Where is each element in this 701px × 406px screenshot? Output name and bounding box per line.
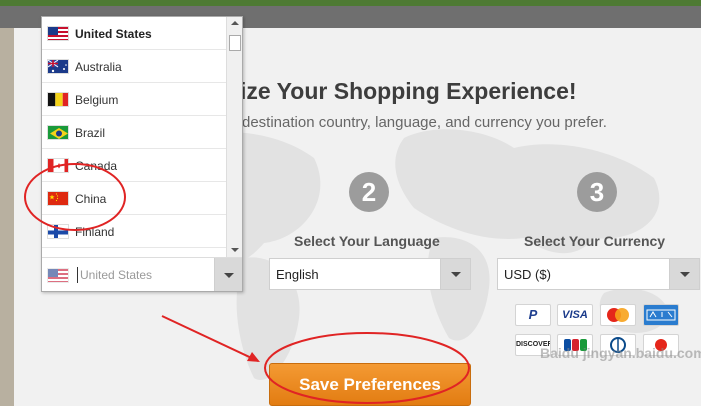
text-caret <box>77 267 78 283</box>
currency-select[interactable]: USD ($) <box>497 258 700 290</box>
save-preferences-button[interactable]: Save Preferences <box>269 363 471 406</box>
language-value: English <box>276 267 319 282</box>
canada-flag-icon <box>47 158 69 173</box>
visa-icon: VISA <box>557 304 593 326</box>
discover-icon: DISCOVER <box>515 334 551 356</box>
language-select[interactable]: English <box>269 258 471 290</box>
us-flag-icon <box>47 268 69 283</box>
country-list: United States Australia Belgium Brazil C… <box>42 17 227 257</box>
language-label: Select Your Language <box>294 233 440 249</box>
jcb-icon <box>557 334 593 356</box>
scroll-down-icon[interactable] <box>227 243 242 257</box>
country-option-china[interactable]: China <box>42 182 227 215</box>
finland-flag-icon <box>47 224 69 239</box>
diners-club-icon <box>600 334 636 356</box>
mastercard-icon <box>600 304 636 326</box>
us-flag-icon <box>47 26 69 41</box>
currency-label: Select Your Currency <box>524 233 666 249</box>
chevron-down-icon[interactable] <box>669 259 699 289</box>
china-flag-icon <box>47 191 69 206</box>
scrollbar-thumb[interactable] <box>229 35 241 51</box>
scroll-up-icon[interactable] <box>227 17 242 31</box>
chevron-down-icon[interactable] <box>214 258 242 291</box>
country-option-united-states[interactable]: United States <box>42 17 227 50</box>
country-option-brazil[interactable]: Brazil <box>42 116 227 149</box>
country-search-input[interactable]: United States <box>42 257 242 291</box>
brazil-flag-icon <box>47 125 69 140</box>
currency-value: USD ($) <box>504 267 551 282</box>
modal-subtitle: destination country, language, and curre… <box>242 114 607 131</box>
country-name: Belgium <box>75 93 119 107</box>
country-option-australia[interactable]: Australia <box>42 50 227 83</box>
country-name: China <box>75 192 107 206</box>
dropdown-scrollbar[interactable] <box>226 17 242 257</box>
country-name: Brazil <box>75 126 106 140</box>
belgium-flag-icon <box>47 92 69 107</box>
country-dropdown[interactable]: United States Australia Belgium Brazil C… <box>41 16 243 292</box>
american-express-icon <box>643 304 679 326</box>
chevron-down-icon[interactable] <box>440 259 470 289</box>
country-input-value: United States <box>80 268 153 282</box>
country-option-partial[interactable] <box>42 248 227 257</box>
country-name: Finland <box>75 225 115 239</box>
country-option-finland[interactable]: Finland <box>42 215 227 248</box>
country-name: United States <box>75 27 152 41</box>
page-backdrop-strip <box>0 28 14 406</box>
australia-flag-icon <box>47 59 69 74</box>
paypal-icon: P <box>515 304 551 326</box>
card-icon <box>643 334 679 356</box>
country-name: Canada <box>75 159 118 173</box>
country-option-belgium[interactable]: Belgium <box>42 83 227 116</box>
country-name: Australia <box>75 60 122 74</box>
step-2-badge: 2 <box>349 172 389 212</box>
country-option-canada[interactable]: Canada <box>42 149 227 182</box>
modal-title: ize Your Shopping Experience! <box>240 78 577 104</box>
step-3-badge: 3 <box>577 172 617 212</box>
